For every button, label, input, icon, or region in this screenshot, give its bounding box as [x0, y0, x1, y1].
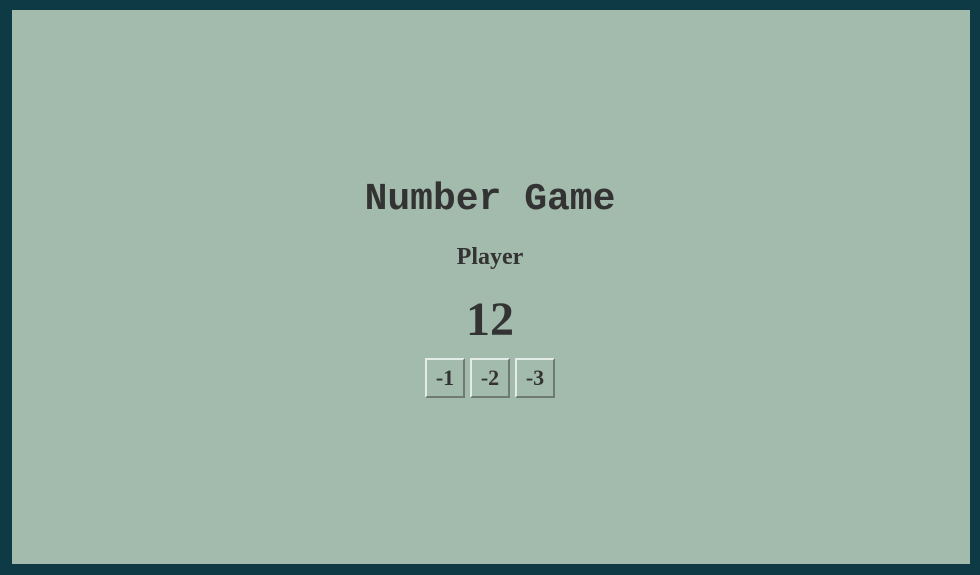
game-title: Number Game: [364, 178, 616, 221]
subtract-2-button[interactable]: -2: [470, 358, 510, 398]
subtract-3-button[interactable]: -3: [515, 358, 555, 398]
subtract-1-button[interactable]: -1: [425, 358, 465, 398]
move-buttons: -1 -2 -3: [0, 358, 980, 398]
current-number: 12: [466, 293, 514, 346]
player-label: Player: [456, 244, 524, 270]
game-panel: Number Game Player 12 -1 -2 -3: [12, 10, 970, 564]
